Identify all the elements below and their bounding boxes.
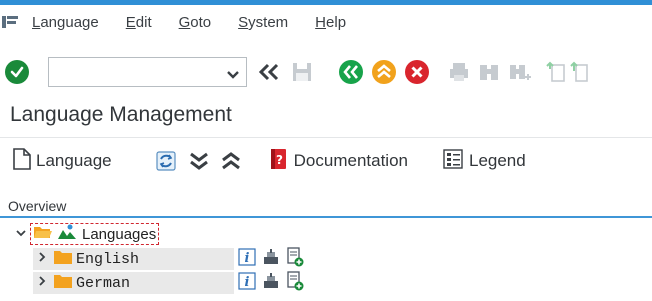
menu-icon[interactable] <box>2 15 18 29</box>
application-toolbar: Language ? Documentation Legend <box>0 144 652 178</box>
menu-system[interactable]: System <box>238 14 288 31</box>
title-divider <box>0 137 652 138</box>
folder-icon <box>53 273 73 294</box>
languages-icon <box>57 223 77 246</box>
command-input[interactable] <box>49 58 219 86</box>
menu-edit[interactable]: Edit <box>126 14 152 31</box>
new-document-icon <box>12 147 32 176</box>
overview-label: Overview <box>8 198 67 214</box>
chevron-down-icon[interactable] <box>15 225 27 243</box>
new-language-button[interactable]: Language <box>12 147 112 176</box>
info-icon[interactable]: i <box>238 271 256 295</box>
svg-text:i: i <box>245 275 250 290</box>
add-entry-icon[interactable] <box>286 246 304 272</box>
english-row-actions: i <box>238 246 304 272</box>
german-row-actions: i <box>238 270 304 296</box>
chevron-right-icon[interactable] <box>37 274 47 292</box>
legend-label: Legend <box>468 151 526 170</box>
tree-item-label: English <box>76 250 140 268</box>
legend-button[interactable]: Legend <box>442 148 526 175</box>
system-toolbar <box>0 52 652 92</box>
save-icon[interactable] <box>291 61 313 83</box>
transport-icon[interactable] <box>262 272 280 295</box>
chevron-right-icon[interactable] <box>37 250 47 268</box>
menu-bar: Language Edit Goto System Help <box>0 5 652 39</box>
expand-all-icon[interactable] <box>188 150 210 172</box>
add-entry-icon[interactable] <box>286 270 304 296</box>
new-language-label: Language <box>36 151 112 170</box>
refresh-icon[interactable] <box>154 149 178 173</box>
find-icon[interactable] <box>478 61 500 83</box>
chevron-down-icon[interactable] <box>227 67 239 85</box>
tree-row-german[interactable]: German <box>37 272 130 294</box>
folder-icon <box>53 249 73 270</box>
menu-language[interactable]: Language <box>32 14 99 31</box>
documentation-icon: ? <box>268 147 288 176</box>
back-icon[interactable] <box>339 60 363 84</box>
documentation-button[interactable]: ? Documentation <box>268 147 408 176</box>
collapse-all-icon[interactable] <box>220 150 242 172</box>
find-next-icon[interactable] <box>508 61 532 83</box>
legend-icon <box>442 148 464 175</box>
print-icon[interactable] <box>448 61 470 83</box>
transport-icon[interactable] <box>262 248 280 271</box>
ok-icon[interactable] <box>5 60 29 84</box>
back-double-arrow-icon[interactable] <box>258 62 280 82</box>
page-title: Language Management <box>10 103 232 126</box>
command-field[interactable] <box>48 57 247 87</box>
previous-page-icon[interactable] <box>570 61 588 83</box>
svg-text:?: ? <box>276 153 283 167</box>
folder-open-icon <box>33 224 53 245</box>
tree-row-english[interactable]: English <box>37 248 139 270</box>
cancel-icon[interactable] <box>405 60 429 84</box>
overview-divider <box>0 216 652 218</box>
svg-text:i: i <box>245 251 250 266</box>
info-icon[interactable]: i <box>238 247 256 271</box>
tree-root-node[interactable]: Languages <box>30 223 160 246</box>
tree-item-label: German <box>76 274 131 292</box>
menu-goto[interactable]: Goto <box>179 14 212 31</box>
tree-root-label: Languages <box>82 225 157 243</box>
first-page-icon[interactable] <box>546 61 566 83</box>
exit-icon[interactable] <box>372 60 396 84</box>
menu-help[interactable]: Help <box>315 14 346 31</box>
documentation-label: Documentation <box>293 151 408 170</box>
tree-root-row: Languages <box>15 223 160 246</box>
